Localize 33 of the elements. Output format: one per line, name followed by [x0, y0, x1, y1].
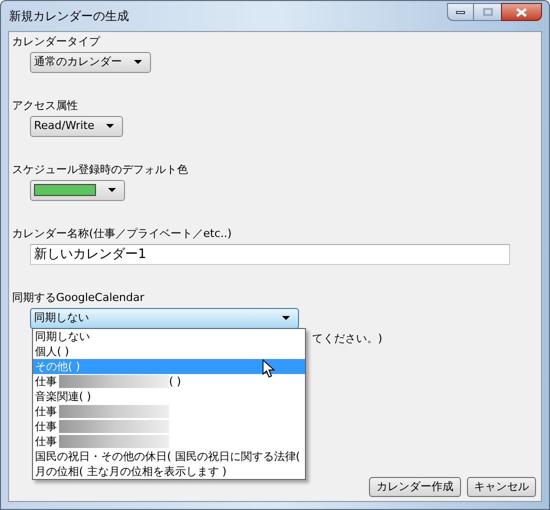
text-field[interactable]: 新しいカレンダー1	[30, 244, 510, 264]
field-label: スケジュール登録時のデフォルト色	[12, 162, 188, 178]
dropdown-arrow-icon	[134, 60, 142, 64]
close-button[interactable]	[501, 3, 542, 21]
dropdown-option[interactable]: 仕事	[33, 434, 305, 449]
close-icon	[516, 8, 527, 16]
dialog-button[interactable]: カレンダー作成	[369, 477, 461, 497]
color-dropdown[interactable]	[30, 180, 125, 200]
field-label: カレンダー名称(仕事／プライベート／etc..)	[12, 226, 232, 242]
window-title: 新規カレンダーの生成	[8, 8, 129, 25]
field-label: アクセス属性	[12, 98, 78, 114]
dropdown-arrow-icon	[106, 124, 114, 128]
hint-text: てください。)	[312, 331, 382, 346]
minimize-icon	[456, 10, 465, 14]
minimize-button[interactable]	[447, 3, 474, 21]
dropdown[interactable]: Read/Write	[30, 116, 124, 136]
mouse-cursor-icon	[262, 359, 275, 379]
dropdown[interactable]: 同期しない	[30, 308, 299, 328]
dropdown-arrow-icon	[108, 188, 116, 192]
field-label: 同期するGoogleCalendar	[12, 290, 144, 306]
maximize-icon	[482, 8, 492, 16]
dropdown-option[interactable]: 月の位相( 主な月の位相を表示します )	[33, 464, 305, 479]
dropdown-arrow-icon	[282, 316, 290, 320]
dropdown-option[interactable]: 仕事	[33, 404, 305, 419]
dropdown-option[interactable]: 仕事 ( )	[33, 374, 305, 389]
dropdown-option[interactable]: 国民の祝日・その他の休日( 国民の祝日に関する法律(	[33, 449, 305, 464]
dropdown[interactable]: 通常のカレンダー	[30, 52, 151, 72]
dialog-button[interactable]: キャンセル	[467, 477, 536, 497]
dropdown-option[interactable]: 個人( )	[33, 344, 305, 359]
dropdown-option[interactable]: 仕事	[33, 419, 305, 434]
dropdown-option[interactable]: 同期しない	[33, 329, 305, 344]
dropdown-option[interactable]: 音楽関連( )	[33, 389, 305, 404]
field-label: カレンダータイプ	[12, 34, 100, 50]
